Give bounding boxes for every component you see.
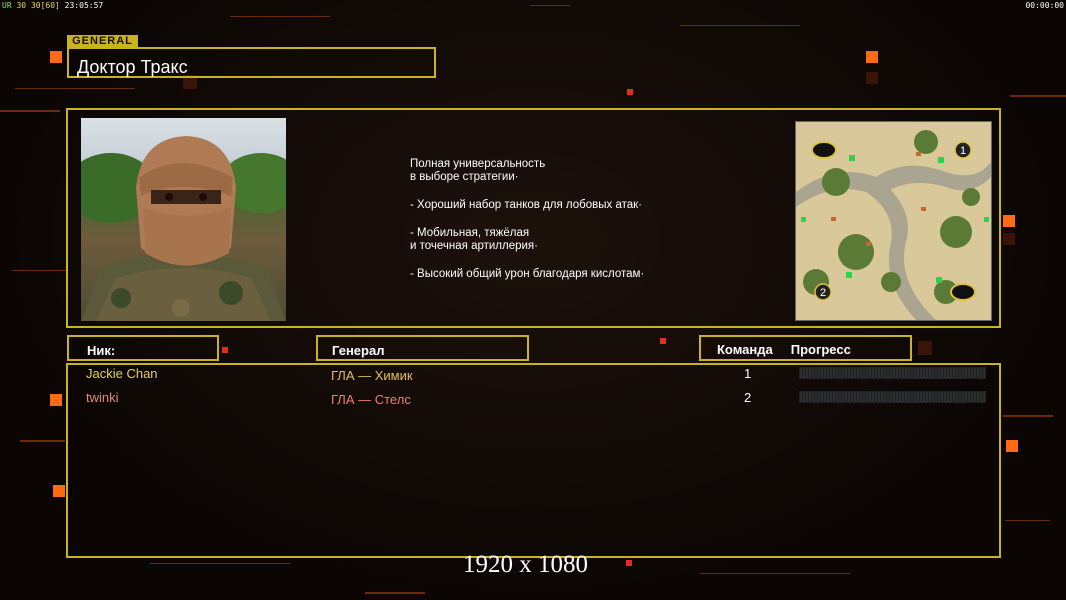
deco-line [230, 16, 330, 17]
map-start-marker: 1 [960, 145, 966, 157]
general-name: Доктор Тракс [67, 47, 436, 78]
deco-line [15, 88, 135, 89]
description-line: и точечная артиллерия· [410, 240, 538, 252]
deco-line [150, 563, 290, 564]
deco-square [50, 394, 62, 406]
deco-square [918, 341, 932, 355]
description-paragraph: - Высокий общий урон благодаря кислотам· [410, 268, 710, 281]
general-info-panel: Полная универсальность в выборе стратеги… [66, 108, 1001, 328]
deco-line [0, 110, 60, 112]
deco-square [626, 560, 632, 566]
player-general: ГЛА — Стелс [331, 392, 411, 407]
deco-line [365, 592, 425, 594]
deco-line [680, 25, 800, 26]
deco-square [660, 338, 666, 344]
player-general: ГЛА — Химик [331, 368, 413, 383]
column-header-progress: Прогресс [790, 342, 851, 357]
player-team: 1 [744, 366, 752, 381]
deco-square [1003, 233, 1015, 245]
deco-line [1005, 520, 1050, 521]
description-paragraph: - Мобильная, тяжёлая и точечная артиллер… [410, 227, 710, 253]
fps-counter: UR 30 30[60] 23:05:57 [0, 0, 105, 11]
deco-line [20, 440, 65, 442]
deco-line [700, 573, 850, 574]
fps-limit: [60] [40, 1, 60, 10]
fps-value: 30 [16, 1, 27, 10]
column-header-team-progress: Команда Прогресс [699, 335, 912, 361]
player-nick: Jackie Chan [86, 366, 158, 381]
fps-value: 30 [30, 1, 41, 10]
deco-square [222, 347, 228, 353]
general-portrait [81, 118, 286, 321]
map-start-marker: 2 [820, 287, 826, 299]
deco-line [530, 5, 570, 6]
game-timer: 00:00:00 [1025, 1, 1064, 10]
deco-line [1003, 415, 1053, 417]
description-line: Полная универсальность [410, 158, 546, 170]
player-nick: twinki [86, 390, 119, 405]
player-team: 2 [744, 390, 752, 405]
fps-prefix: UR [2, 1, 12, 10]
general-tag: GENERAL [67, 35, 138, 47]
player-progress-bar [799, 391, 986, 403]
column-header-nick: Ник: [67, 335, 219, 361]
column-header-general: Генерал [316, 335, 529, 361]
deco-square [866, 51, 878, 63]
deco-square [866, 72, 878, 84]
description-line: - Мобильная, тяжёлая [410, 227, 530, 239]
map-preview: 1 2 [795, 121, 992, 321]
clock: 23:05:57 [64, 1, 104, 10]
deco-line [1010, 95, 1066, 97]
deco-square [50, 51, 62, 63]
description-line: - Хороший набор танков для лобовых атак· [410, 199, 643, 211]
description-paragraph: Полная универсальность в выборе стратеги… [410, 158, 710, 184]
deco-line [12, 270, 67, 271]
resolution-caption: 1920 x 1080 [463, 551, 588, 578]
deco-square [1006, 440, 1018, 452]
deco-square [53, 485, 65, 497]
general-description: Полная универсальность в выборе стратеги… [410, 158, 710, 296]
description-line: в выборе стратегии· [410, 171, 519, 183]
description-line: - Высокий общий урон благодаря кислотам· [410, 268, 645, 280]
deco-square [1003, 215, 1015, 227]
player-progress-bar [799, 367, 986, 379]
deco-square [627, 89, 633, 95]
description-paragraph: - Хороший набор танков для лобовых атак· [410, 199, 710, 212]
column-header-team: Команда [717, 342, 773, 357]
